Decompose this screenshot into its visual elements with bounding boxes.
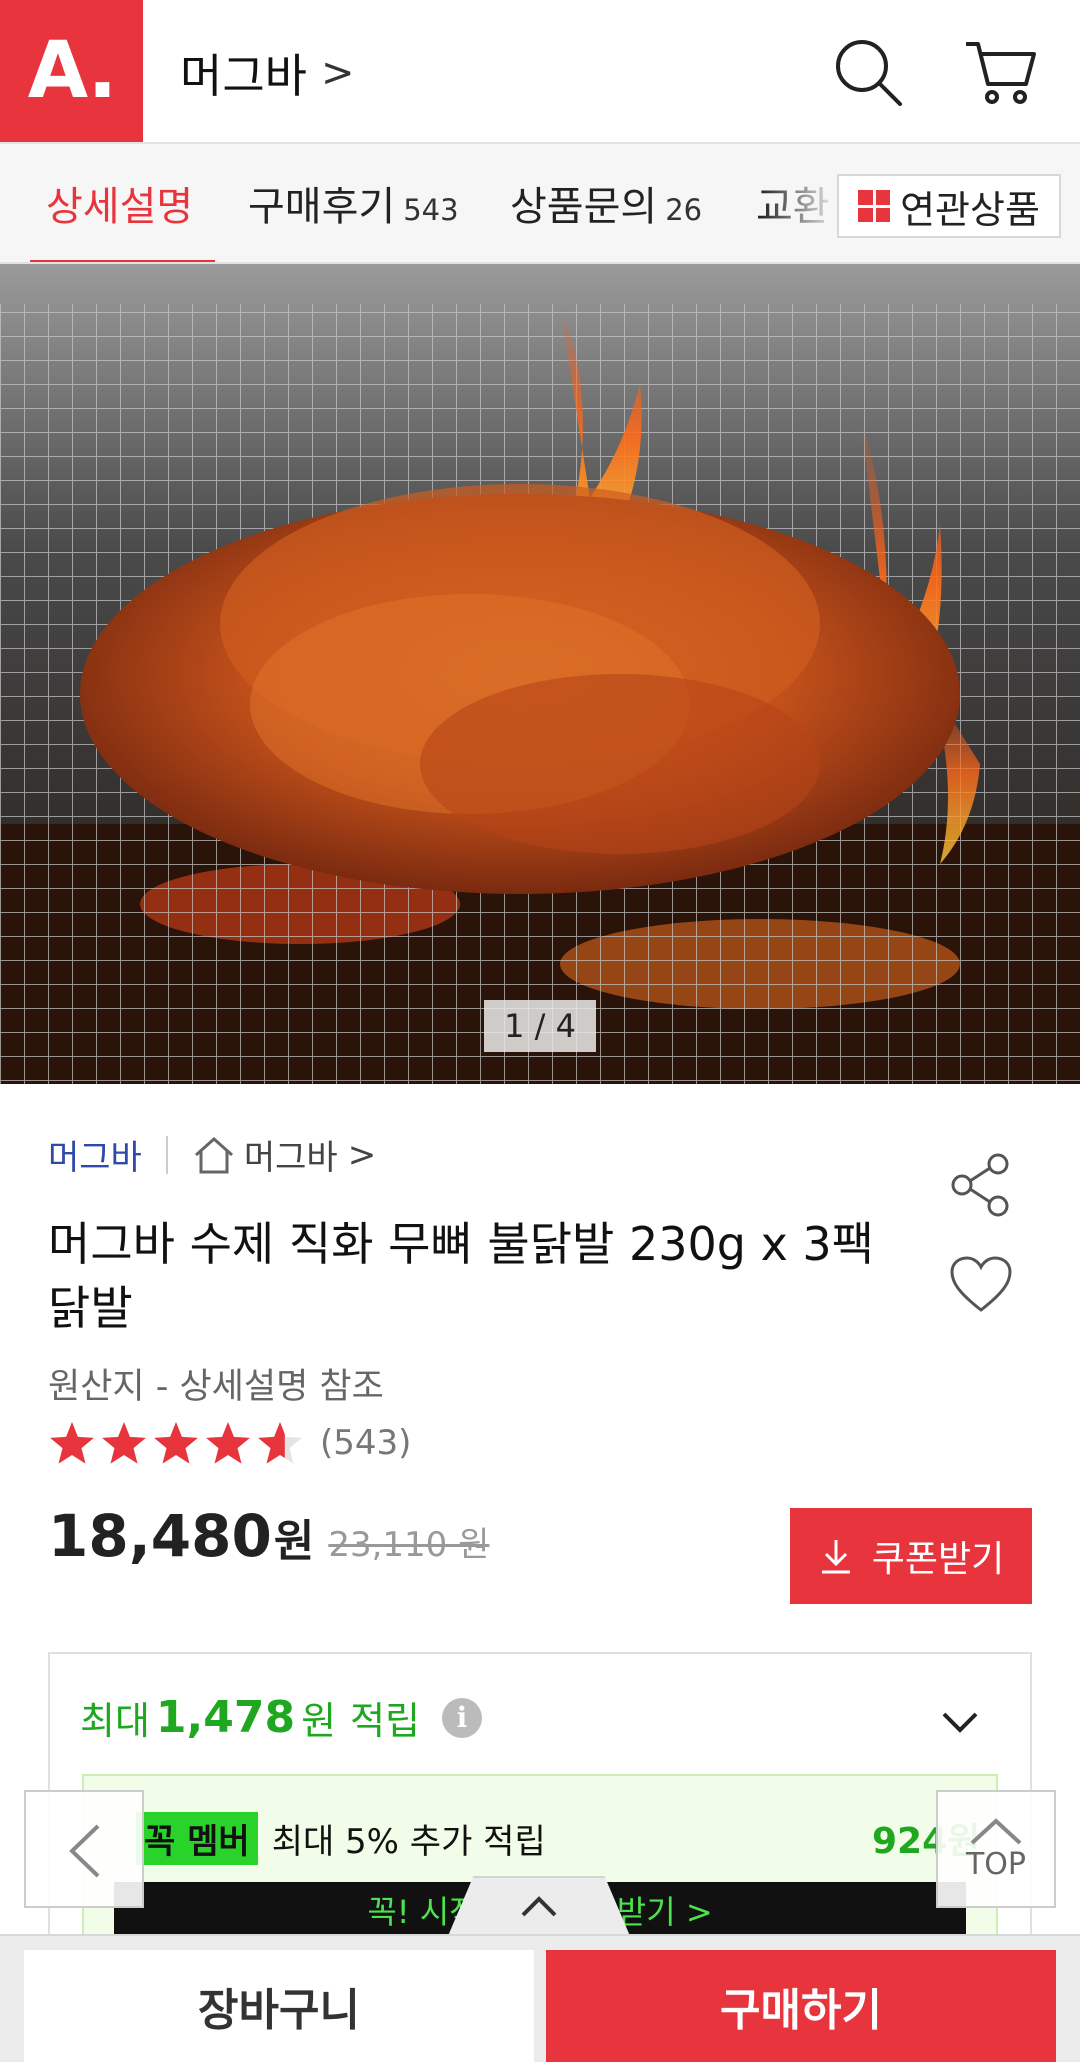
heart-icon[interactable] <box>948 1254 1014 1316</box>
tab-reviews[interactable]: 구매후기 543 <box>248 174 459 232</box>
cart-icon[interactable] <box>962 34 1038 110</box>
image-counter: 1 / 4 <box>484 1000 596 1052</box>
stars-graphic <box>50 1422 302 1464</box>
star-rating <box>48 1418 310 1468</box>
sale-price: 18,480 <box>48 1502 272 1570</box>
rating-count: (543) <box>320 1423 412 1463</box>
price-unit: 원 <box>273 1516 315 1567</box>
search-icon[interactable] <box>830 34 906 110</box>
member-badge: 꼭 멤버 <box>136 1812 258 1865</box>
chevron-right-icon: > <box>320 50 355 96</box>
download-icon <box>821 1540 850 1574</box>
chevron-left-icon <box>69 1824 100 1878</box>
back-button[interactable] <box>24 1790 144 1908</box>
chevron-down-icon[interactable] <box>938 1700 982 1744</box>
info-icon[interactable]: i <box>442 1697 482 1738</box>
product-photo <box>0 264 1080 1084</box>
star-filled-icon <box>206 1422 250 1464</box>
star-filled-icon <box>154 1422 198 1464</box>
coupon-button[interactable]: 쿠폰받기 <box>790 1508 1032 1604</box>
seller-row: 머그바 머그바 > <box>48 1130 376 1179</box>
store-name: 머그바 <box>180 49 307 103</box>
store-title-link[interactable]: 머그바 > <box>180 40 354 106</box>
points-amount: 1,478 <box>155 1692 296 1743</box>
seller-link[interactable]: 머그바 <box>48 1130 142 1179</box>
original-price: 23,110 원 <box>328 1525 490 1565</box>
points-summary[interactable]: 최대 1,478 원 적립 i <box>80 1690 482 1745</box>
tab-inquiries[interactable]: 상품문의 26 <box>510 174 702 232</box>
scroll-top-button[interactable]: TOP <box>936 1790 1056 1908</box>
star-filled-icon <box>50 1422 94 1464</box>
app-logo[interactable]: A. <box>0 0 143 142</box>
chevron-right-icon: > <box>347 1134 377 1175</box>
tab-description[interactable]: 상세설명 <box>46 174 193 232</box>
app-header: A. 머그바 > <box>0 0 1080 142</box>
related-products-button[interactable]: 연관상품 <box>837 174 1061 238</box>
tab-fade-overlay <box>760 144 840 262</box>
expand-handle[interactable] <box>448 1876 630 1936</box>
chevron-up-icon <box>970 1817 1022 1844</box>
review-count: 543 <box>403 193 459 227</box>
product-title: 머그바 수제 직화 무뼈 불닭발 230g x 3팩 닭발 <box>48 1217 875 1335</box>
member-benefit-row: 꼭 멤버 최대 5% 추가 적립 <box>136 1812 546 1865</box>
inquiry-count: 26 <box>665 193 703 227</box>
buy-now-button[interactable]: 구매하기 <box>546 1950 1056 2062</box>
divider <box>165 1135 168 1174</box>
add-to-cart-button[interactable]: 장바구니 <box>24 1950 534 2062</box>
price-row: 18,480 원 23,110 원 <box>48 1502 489 1570</box>
star-filled-icon <box>102 1422 146 1464</box>
rating-row[interactable]: (543) <box>48 1418 411 1468</box>
share-icon[interactable] <box>948 1152 1014 1218</box>
chevron-up-icon <box>521 1896 557 1917</box>
seller-home-link[interactable]: 머그바 > <box>192 1130 376 1179</box>
detail-tab-bar: 상세설명 구매후기543 상품문의26 교환 연관상품 <box>0 142 1080 264</box>
product-image-carousel[interactable]: 1 / 4 <box>0 264 1080 1084</box>
home-icon <box>194 1136 233 1173</box>
grid-icon <box>858 190 891 222</box>
origin-text: 원산지 - 상세설명 참조 <box>48 1367 384 1407</box>
